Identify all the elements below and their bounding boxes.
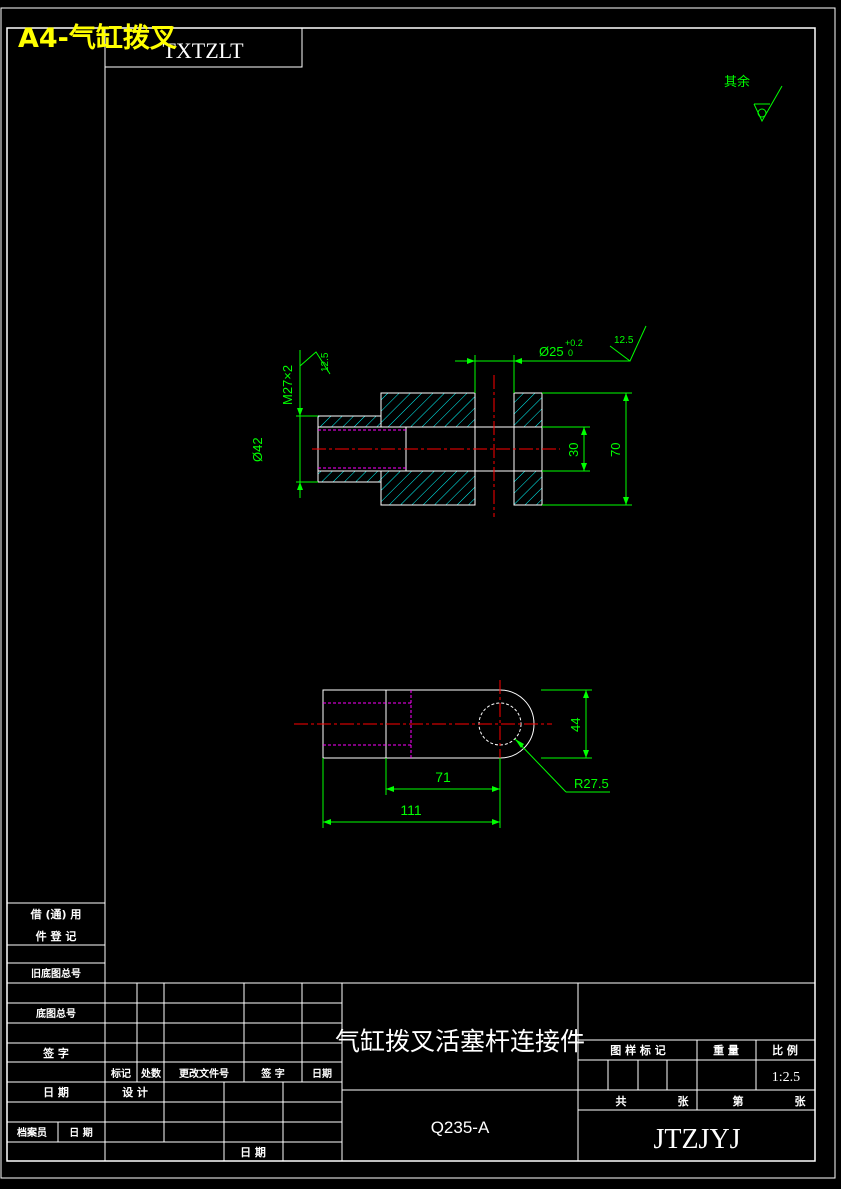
center-distance-label: 71	[435, 769, 451, 785]
archivist-label: 档案员	[16, 1126, 47, 1139]
front-view: M27×2 12.5 Ø42 Ø25 +0.2 0 12.5 30 70	[250, 325, 647, 517]
col-sign: 签 字	[260, 1067, 284, 1080]
scale-value: 1:2.5	[772, 1070, 800, 1085]
fork-lower-left	[380, 470, 476, 506]
hole-dia-label: Ø25	[539, 344, 564, 359]
roughness-note-label: 其余	[724, 74, 750, 89]
engineering-drawing: TXTZLT A4-气缸拨叉 其余 M27×2 12.5 Ø42 Ø25 +0.…	[0, 7, 836, 1179]
design-label: 设 计	[122, 1085, 148, 1099]
register-label: 件 登 记	[36, 929, 77, 943]
top-width-label: 44	[568, 718, 583, 732]
bottom-date-label: 日 期	[240, 1145, 266, 1159]
top-view: 44 71 111 R27.5	[294, 680, 610, 828]
col-date: 日期	[312, 1067, 332, 1080]
fork-lower-right	[513, 470, 543, 506]
thread-roughness: 12.5	[320, 352, 331, 372]
fork-upper-right	[513, 392, 543, 428]
old-base-no-label: 旧底图总号	[31, 967, 81, 980]
sheets-label: 张	[678, 1094, 690, 1108]
part-name: 气缸拨叉活塞杆连接件	[335, 1027, 585, 1056]
drawing-number: JTZJYJ	[653, 1124, 740, 1155]
slot-width-label: 30	[566, 443, 581, 457]
sheet-label: A4-气缸拨叉	[18, 22, 177, 54]
shank-upper-hatch	[317, 415, 382, 428]
scale-label: 比 例	[772, 1043, 798, 1057]
total-label: 共	[616, 1094, 627, 1108]
hole-tol-upper: +0.2	[565, 338, 583, 348]
material-label: Q235-A	[431, 1118, 490, 1137]
overall-length-label: 111	[400, 802, 421, 818]
thread-label: M27×2	[280, 365, 295, 405]
date-label: 日 期	[43, 1085, 69, 1099]
sheet-no-label: 第	[733, 1094, 744, 1108]
stage-mark-label: 图 样 标 记	[610, 1043, 666, 1057]
overall-height-label: 70	[608, 443, 623, 457]
base-no-label: 底图总号	[36, 1007, 76, 1020]
col-mark: 标记	[110, 1067, 131, 1080]
sheet-unit-label: 张	[795, 1094, 807, 1108]
shank-lower-hatch	[317, 470, 382, 483]
fork-upper-left	[380, 392, 476, 428]
used-for-label: 借 (通) 用	[30, 907, 82, 921]
col-change-doc: 更改文件号	[179, 1067, 229, 1080]
title-block	[341, 983, 815, 1161]
col-count: 处数	[140, 1067, 162, 1080]
radius-label: R27.5	[574, 776, 609, 791]
roughness-symbol: 其余	[724, 74, 783, 123]
archivist-date-label: 日 期	[69, 1126, 92, 1139]
hole-roughness: 12.5	[614, 335, 634, 346]
weight-label: 重 量	[713, 1043, 739, 1057]
hole-tol-lower: 0	[568, 348, 573, 358]
signature-label: 签 字	[42, 1046, 69, 1060]
dia-outer-label: Ø42	[250, 437, 265, 462]
